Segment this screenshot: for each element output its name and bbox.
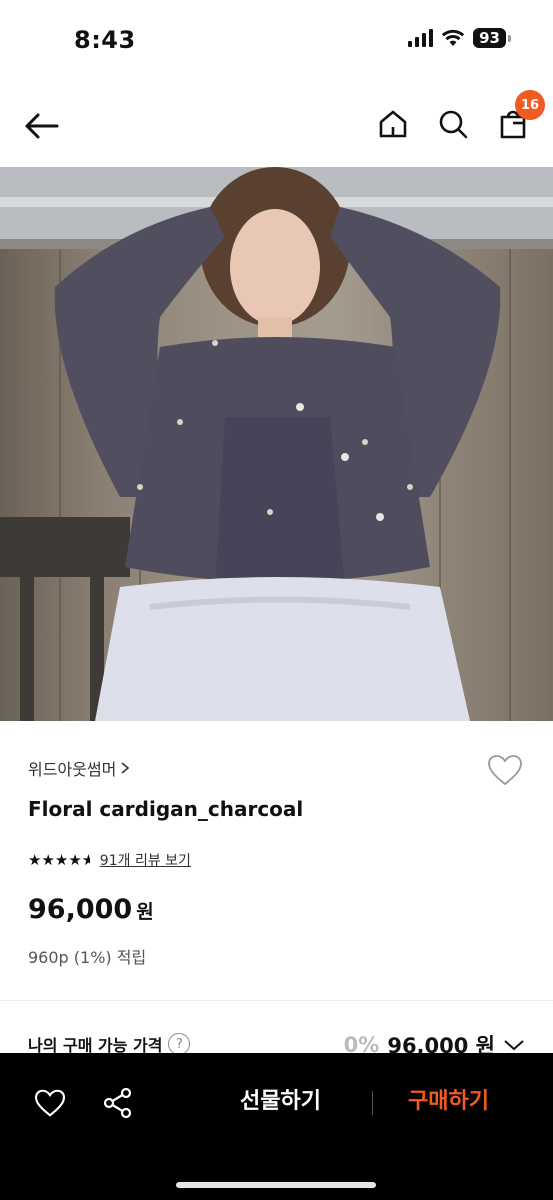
star-rating: ★★★★★ — [28, 851, 90, 869]
chevron-down-icon[interactable] — [503, 1038, 525, 1052]
status-time: 8:43 — [74, 26, 136, 54]
reward-points: 960p (1%) 적립 — [28, 948, 147, 967]
home-icon — [379, 110, 407, 138]
product-photo — [0, 167, 553, 721]
like-button[interactable] — [32, 1085, 68, 1121]
product-price: 96,000 — [28, 894, 133, 925]
reviews-link[interactable]: 91개 리뷰 보기 — [100, 850, 191, 870]
chevron-right-icon — [121, 762, 130, 774]
signal-icon — [408, 29, 434, 47]
wishlist-button[interactable] — [485, 750, 525, 790]
home-button[interactable] — [373, 104, 413, 144]
battery-level: 93 — [473, 28, 506, 48]
help-icon[interactable]: ? — [168, 1033, 191, 1055]
status-icons: 93 — [408, 28, 511, 48]
rating-row: ★★★★★ 91개 리뷰 보기 — [28, 850, 191, 870]
buy-button[interactable]: 구매하기 — [408, 1083, 489, 1115]
price-row: 96,000 원 — [28, 894, 154, 925]
product-image[interactable] — [0, 167, 553, 721]
brand-link[interactable]: 위드아웃썸머 — [28, 756, 130, 780]
back-button[interactable] — [22, 106, 62, 146]
home-indicator[interactable] — [176, 1182, 376, 1188]
share-icon — [103, 1087, 132, 1119]
product-title: Floral cardigan_charcoal — [28, 797, 304, 821]
cart-button[interactable]: 16 — [493, 90, 545, 144]
heart-icon — [34, 1089, 66, 1117]
top-nav: 16 — [0, 88, 553, 164]
share-button[interactable] — [100, 1085, 136, 1121]
bottom-action-bar: 선물하기 구매하기 — [0, 1053, 553, 1200]
wifi-icon — [441, 29, 465, 46]
divider — [0, 1000, 553, 1001]
status-bar: 8:43 93 — [0, 0, 553, 80]
nav-actions: 16 — [373, 90, 545, 144]
search-button[interactable] — [433, 104, 473, 144]
search-icon — [439, 110, 468, 139]
cart-count-badge: 16 — [515, 90, 545, 120]
brand-name: 위드아웃썸머 — [28, 760, 117, 779]
heart-icon — [488, 755, 522, 786]
price-unit: 원 — [136, 901, 154, 923]
battery-icon: 93 — [473, 28, 511, 48]
divider — [372, 1091, 373, 1115]
back-arrow-icon — [25, 113, 59, 139]
gift-button[interactable]: 선물하기 — [240, 1083, 321, 1115]
